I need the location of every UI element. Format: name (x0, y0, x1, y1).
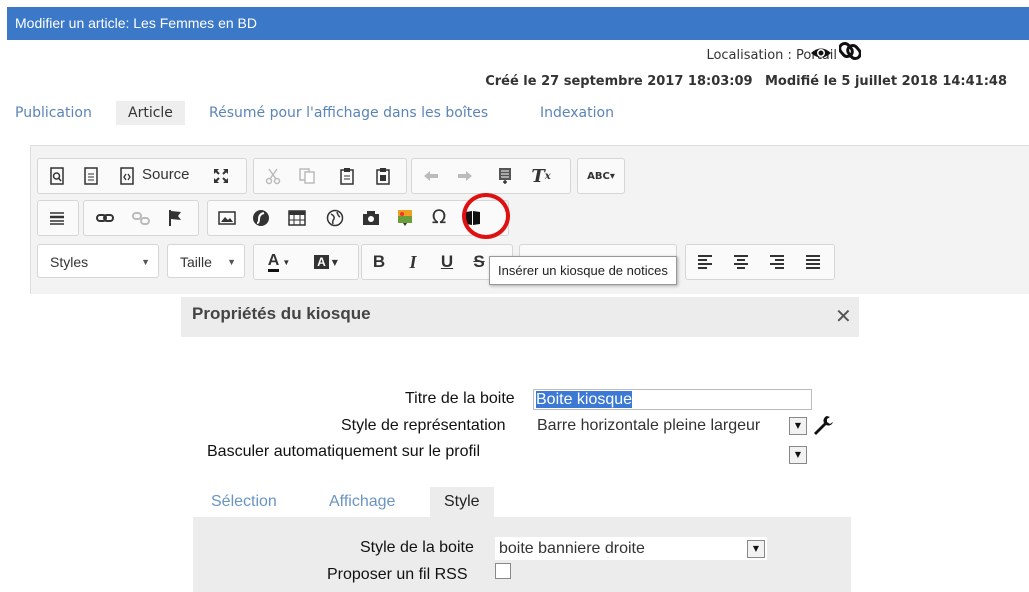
source-icon[interactable] (116, 165, 138, 187)
modified-date: Modifié le 5 juillet 2018 14:41:48 (765, 74, 1007, 89)
anchor-flag-icon[interactable] (164, 207, 186, 229)
preview-icon[interactable] (46, 165, 68, 187)
subtab-style[interactable]: Style (430, 487, 494, 517)
toolbar-group-document: Source (37, 158, 247, 194)
remove-format-icon[interactable]: Tx (530, 165, 552, 187)
cut-icon[interactable] (262, 165, 284, 187)
template-icon[interactable] (80, 165, 102, 187)
italic-button[interactable]: I (402, 251, 424, 273)
unlink-icon[interactable] (130, 207, 152, 229)
profile-switch-label: Basculer automatiquement sur le profil (207, 443, 481, 460)
media-icon[interactable] (360, 207, 382, 229)
horizontal-rule-icon[interactable] (46, 207, 68, 229)
table-icon[interactable] (286, 207, 308, 229)
special-char-icon[interactable]: Ω (428, 206, 450, 228)
style-select[interactable]: Barre horizontale pleine largeur (537, 414, 809, 438)
style-dropdown-arrow-icon[interactable]: ▼ (789, 417, 807, 435)
profile-dropdown-arrow-icon[interactable]: ▼ (789, 446, 807, 464)
align-center-icon[interactable] (730, 251, 752, 273)
underline-button[interactable]: U (436, 251, 458, 273)
dialog-title: Propriétés du kiosque (192, 304, 371, 323)
box-style-dropdown-arrow-icon[interactable]: ▼ (747, 540, 765, 558)
subtab-display[interactable]: Affichage (329, 487, 395, 517)
created-date: Créé le 27 septembre 2017 18:03:09 (485, 74, 753, 89)
copy-icon[interactable] (296, 165, 318, 187)
wrench-icon[interactable] (812, 414, 834, 436)
toolbar-group-clipboard (253, 158, 407, 194)
eye-icon[interactable] (810, 44, 832, 62)
style-label: Style de représentation (341, 417, 506, 434)
align-right-icon[interactable] (766, 251, 788, 273)
box-title-label: Titre de la boite (405, 390, 515, 407)
bold-button[interactable]: B (368, 251, 390, 273)
toolbar-group-links (83, 200, 199, 236)
rss-label: Proposer un fil RSS (327, 566, 468, 583)
box-title-value: Boite kiosque (536, 391, 633, 408)
flash-icon[interactable] (250, 207, 272, 229)
image-icon[interactable] (216, 207, 238, 229)
styles-combo[interactable]: Styles ▼ (37, 244, 159, 278)
toolbar-group-colors: A ▼ A ▼ (253, 244, 359, 280)
close-icon[interactable]: ✕ (835, 304, 852, 328)
paste-icon[interactable] (336, 165, 358, 187)
undo-icon[interactable] (420, 165, 442, 187)
toolbar-group-align (685, 244, 835, 280)
align-left-icon[interactable] (694, 251, 716, 273)
kiosk-tooltip: Insérer un kiosque de notices (489, 256, 677, 285)
strike-button[interactable]: S (468, 251, 490, 273)
chevron-down-icon: ▼ (141, 257, 150, 267)
toolbar-group-spell: ABC▾ (577, 158, 625, 194)
box-title-input[interactable]: Boite kiosque (533, 389, 812, 410)
subtab-selection[interactable]: Sélection (211, 487, 277, 517)
tab-summary[interactable]: Résumé pour l'affichage dans les boîtes (209, 101, 488, 125)
window-title: Modifier un article: Les Femmes en BD (7, 7, 1029, 40)
box-style-label: Style de la boite (360, 539, 474, 556)
find-replace-icon[interactable] (494, 165, 516, 187)
tab-publication[interactable]: Publication (15, 101, 92, 125)
gallery-icon[interactable] (394, 207, 416, 229)
rss-checkbox[interactable] (495, 563, 511, 579)
chevron-down-icon: ▼ (227, 257, 236, 267)
redo-icon[interactable] (454, 165, 476, 187)
styles-combo-label: Styles (50, 254, 89, 270)
globe-icon[interactable] (324, 207, 346, 229)
toolbar-group-hr (37, 200, 79, 236)
source-button-label[interactable]: Source (142, 166, 190, 183)
text-color-icon[interactable]: A ▼ (262, 251, 296, 273)
tab-indexation[interactable]: Indexation (540, 101, 614, 125)
size-combo-label: Taille (180, 254, 212, 270)
paste-text-icon[interactable] (372, 165, 394, 187)
spellcheck-icon[interactable]: ABC▾ (584, 165, 618, 187)
toolbar-group-undo: Tx (411, 158, 571, 194)
link-chain-icon[interactable] (839, 40, 861, 62)
tab-article[interactable]: Article (116, 101, 185, 125)
maximize-icon[interactable] (210, 165, 232, 187)
background-color-icon[interactable]: A ▼ (308, 251, 344, 273)
align-justify-icon[interactable] (802, 251, 824, 273)
highlight-circle (462, 193, 510, 239)
size-combo[interactable]: Taille ▼ (167, 244, 245, 278)
link-icon[interactable] (94, 207, 116, 229)
box-style-select[interactable]: boite banniere droite (495, 537, 767, 560)
dates-line: Créé le 27 septembre 2017 18:03:09 Modif… (485, 74, 1007, 89)
